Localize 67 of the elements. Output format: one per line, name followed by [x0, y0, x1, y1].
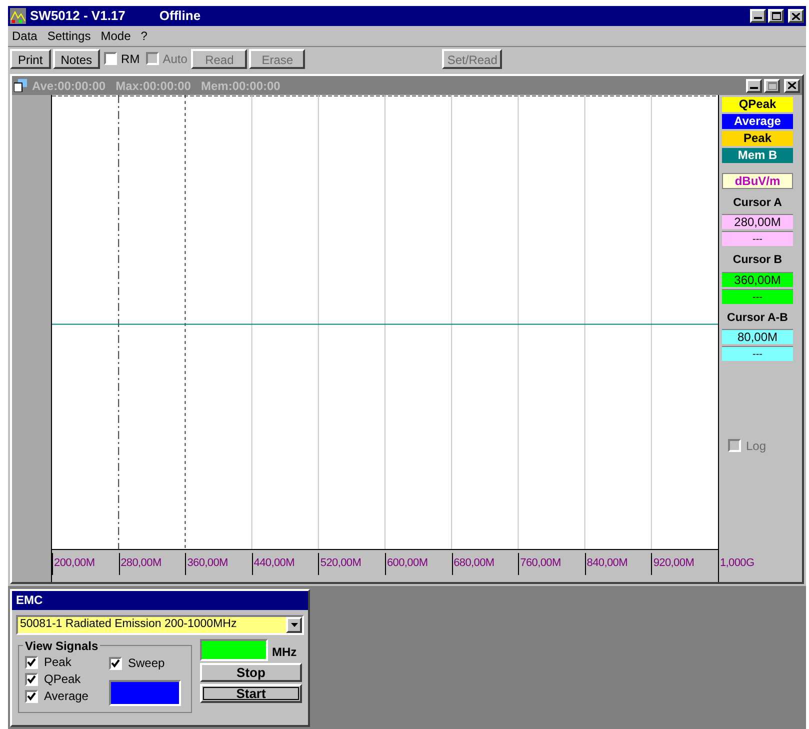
axis-tick-label: 200,00M [54, 556, 95, 571]
frequency-unit: MHz [272, 644, 297, 661]
checkbox-label: RM [121, 50, 140, 68]
menu-item[interactable]: Mode [100, 27, 131, 45]
checkbox-label: Sweep [128, 656, 165, 670]
legend-item[interactable]: Mem B [722, 148, 793, 163]
plot-window-title: Ave:00:00:00 Max:00:00:00 Mem:00:00:00 [32, 78, 280, 94]
frequency-display [200, 639, 268, 661]
maximize-icon [768, 82, 776, 90]
close-button[interactable] [788, 9, 804, 23]
minimize-icon [754, 17, 762, 19]
checkbox-label: QPeak [44, 672, 81, 686]
cursor-value: 360,00M [722, 272, 793, 286]
control-button[interactable]: Stop [200, 663, 302, 682]
axis-tick-label: 520,00M [320, 556, 362, 571]
legend-item[interactable]: QPeak [722, 97, 793, 112]
axis-tick-label: 360,00M [187, 556, 228, 571]
checkbox[interactable] [25, 672, 38, 686]
axis-tick-label: 840,00M [586, 556, 628, 571]
close-icon [788, 82, 796, 89]
checkbox-label: Auto [162, 50, 188, 68]
maximize-icon [772, 12, 780, 20]
axis-tick-label: 600,00M [386, 556, 428, 571]
emc-panel-title: EMC [12, 591, 308, 610]
checkbox[interactable] [25, 690, 38, 702]
cursor-value: 280,00M [722, 214, 793, 230]
document-icon [14, 79, 28, 92]
checkbox[interactable] [104, 52, 118, 65]
checkbox[interactable] [25, 656, 38, 668]
cursor-reading: --- [722, 288, 793, 304]
minimize-button[interactable] [746, 78, 762, 92]
axis-tick-label: 440,00M [254, 556, 294, 571]
minimize-button[interactable] [750, 9, 766, 23]
axis-tick-label: 280,00M [120, 556, 162, 571]
legend-item[interactable]: Average [722, 114, 793, 129]
unit-label: dBuV/m [722, 173, 793, 189]
axis-tick-label: 760,00M [520, 556, 561, 571]
app-icon [10, 8, 26, 24]
log-label: Log [746, 438, 766, 455]
checkbox[interactable] [109, 656, 122, 670]
window-title: SW5012 - V1.17 [30, 7, 126, 26]
sweep-color-swatch [109, 680, 181, 706]
axis-tick-label: 680,00M [454, 556, 494, 571]
menu-item[interactable]: ? [140, 27, 148, 45]
checkbox-label: Average [44, 689, 88, 703]
menu-item[interactable]: Data [12, 27, 38, 45]
cursor-reading: --- [722, 231, 793, 246]
cursor-value: 80,00M [722, 328, 793, 344]
close-button[interactable] [784, 78, 800, 92]
minimize-icon [750, 86, 758, 88]
control-button[interactable]: Start [200, 684, 302, 703]
maximize-button[interactable] [768, 9, 784, 23]
connection-status: Offline [159, 7, 201, 26]
cursor-title: Cursor A [732, 196, 783, 211]
toolbar-button[interactable]: Print [10, 48, 51, 68]
toolbar-button[interactable]: Notes [52, 48, 100, 68]
cursor-title: Cursor B [732, 253, 784, 268]
menu-item[interactable]: Settings [47, 27, 91, 45]
cursor-reading: --- [722, 346, 793, 361]
maximize-button[interactable] [764, 78, 780, 92]
checkbox-label: Peak [44, 655, 72, 669]
axis-tick-label: 920,00M [653, 556, 694, 571]
test-dropdown[interactable]: 50081-1 Radiated Emission 200-1000MHz [16, 615, 304, 635]
close-icon [792, 12, 800, 20]
cursor-title: Cursor A-B [726, 310, 789, 326]
legend-item[interactable]: Peak [722, 131, 793, 146]
axis-tick-label: 1,000G [720, 556, 754, 571]
